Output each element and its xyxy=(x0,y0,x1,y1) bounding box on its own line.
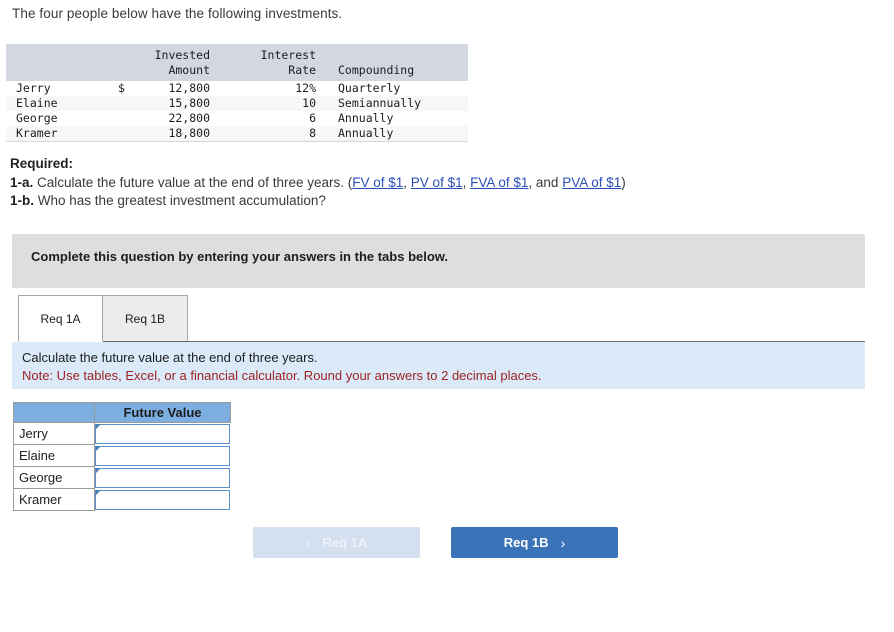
row-name: Kramer xyxy=(6,126,108,142)
required-item-a-label: 1-a. xyxy=(10,174,34,190)
answer-table: Future Value Jerry Elaine George Kramer xyxy=(13,402,231,511)
required-item-b: 1-b. Who has the greatest investment acc… xyxy=(10,192,626,211)
answer-row-label-elaine: Elaine xyxy=(13,444,95,467)
link-sep-0: , xyxy=(403,174,411,190)
answer-row-label-kramer: Kramer xyxy=(13,488,95,511)
next-req-1b-button[interactable]: Req 1B › xyxy=(451,527,618,558)
required-item-b-text: Who has the greatest investment accumula… xyxy=(37,193,326,208)
row-invested-amount: $12,800 xyxy=(108,81,220,96)
answer-row-label-jerry: Jerry xyxy=(13,422,95,445)
table-row: Jerry xyxy=(13,422,231,445)
column-header-name-top xyxy=(6,44,108,63)
link-fv-of-1[interactable]: FV of $1 xyxy=(352,175,403,190)
row-interest-rate: 10 xyxy=(302,96,316,110)
answer-input-cell-kramer[interactable] xyxy=(94,488,231,511)
row-compounding: Annually xyxy=(326,126,468,142)
link-pv-of-1[interactable]: PV of $1 xyxy=(411,175,463,190)
answer-input-cell-elaine[interactable] xyxy=(94,444,231,467)
column-header-compounding: Compounding xyxy=(326,63,468,81)
column-header-interest-rate-line1: Interest xyxy=(220,44,326,63)
answer-input-cell-jerry[interactable] xyxy=(94,422,231,445)
tab-req-1b[interactable]: Req 1B xyxy=(103,295,188,342)
investments-table: Invested Interest Amount Rate Compoundin… xyxy=(6,44,468,142)
tab-req-1b-label: Req 1B xyxy=(124,311,166,326)
row-interest-rate: 6 xyxy=(309,111,316,125)
row-compounding: Annually xyxy=(338,111,394,125)
future-value-input-elaine[interactable] xyxy=(95,445,230,466)
row-interest-rate: 12% xyxy=(295,81,316,95)
question-prompt: Calculate the future value at the end of… xyxy=(22,350,318,365)
link-sep-1: , xyxy=(462,174,471,190)
question-note: Note: Use tables, Excel, or a financial … xyxy=(22,368,542,383)
answer-table-body: Jerry Elaine George Kramer xyxy=(13,422,231,511)
future-value-input-jerry[interactable] xyxy=(95,423,230,444)
row-name: Jerry xyxy=(16,81,51,95)
row-invested-amount: 18,800 xyxy=(108,126,220,142)
future-value-input-george[interactable] xyxy=(95,467,230,488)
intro-text: The four people below have the following… xyxy=(12,6,343,21)
row-compounding: Quarterly xyxy=(338,81,401,95)
link-fva-of-1[interactable]: FVA of $1 xyxy=(470,175,528,190)
tab-navigation: ‹ Req 1A Req 1B › xyxy=(253,527,618,558)
tab-bar: Req 1A Req 1B xyxy=(18,295,188,342)
future-value-input-kramer[interactable] xyxy=(95,489,230,510)
prev-req-1a-button[interactable]: ‹ Req 1A xyxy=(253,527,420,558)
row-invested-amount: 22,800 xyxy=(108,111,220,126)
chevron-left-icon: ‹ xyxy=(305,534,311,551)
next-button-label: Req 1B xyxy=(503,535,549,550)
row-name: George xyxy=(16,111,58,125)
answer-table-corner-header xyxy=(13,402,95,423)
currency-symbol: $ xyxy=(118,81,125,95)
link-pva-of-1[interactable]: PVA of $1 xyxy=(562,175,621,190)
answer-table-future-value-header: Future Value xyxy=(94,402,231,423)
column-header-name-bottom xyxy=(6,63,108,81)
table-row: George 22,800 6 Annually xyxy=(6,111,468,126)
question-instruction-panel: Calculate the future value at the end of… xyxy=(12,342,865,389)
instruction-banner: Complete this question by entering your … xyxy=(12,234,865,288)
table-row: George xyxy=(13,466,231,489)
column-header-compounding-spacer xyxy=(326,44,468,63)
amount-value: 15,800 xyxy=(168,96,210,110)
required-heading: Required: xyxy=(10,156,74,171)
amount-value: 12,800 xyxy=(168,81,210,95)
table-row: Jerry $12,800 12% Quarterly xyxy=(6,81,468,96)
table-row: Kramer xyxy=(13,488,231,511)
required-section: Required: 1-a. Calculate the future valu… xyxy=(10,155,626,211)
chevron-right-icon: › xyxy=(560,534,566,551)
table-row: Elaine xyxy=(13,444,231,467)
table-row: Kramer 18,800 8 Annually xyxy=(6,126,468,142)
answer-row-label-george: George xyxy=(13,466,95,489)
instruction-banner-text: Complete this question by entering your … xyxy=(31,249,449,264)
row-compounding: Semiannually xyxy=(338,96,422,110)
amount-value: 18,800 xyxy=(168,126,210,140)
tab-req-1a-label: Req 1A xyxy=(40,311,81,326)
row-name: Elaine xyxy=(16,96,58,110)
table-row: Elaine 15,800 10 Semiannually xyxy=(6,96,468,111)
required-item-a: 1-a. Calculate the future value at the e… xyxy=(10,174,626,193)
answer-input-cell-george[interactable] xyxy=(94,466,231,489)
answer-table-header-row: Future Value xyxy=(13,402,231,423)
required-item-a-text: Calculate the future value at the end of… xyxy=(37,174,344,190)
column-header-invested-amount-line2: Amount xyxy=(108,63,220,81)
investments-table-body: Jerry $12,800 12% Quarterly Elaine 15,80… xyxy=(6,81,468,142)
column-header-interest-rate-line2: Rate xyxy=(220,63,326,81)
link-sep-2: , and xyxy=(528,174,563,190)
row-interest-rate: 8 xyxy=(220,126,326,142)
column-header-invested-amount-line1: Invested xyxy=(108,44,220,63)
tab-req-1a[interactable]: Req 1A xyxy=(18,295,103,342)
row-invested-amount: 15,800 xyxy=(108,96,220,111)
required-item-b-label: 1-b. xyxy=(10,193,35,208)
prev-button-label: Req 1A xyxy=(322,535,368,550)
amount-value: 22,800 xyxy=(168,111,210,125)
paren-close: ) xyxy=(621,174,626,190)
